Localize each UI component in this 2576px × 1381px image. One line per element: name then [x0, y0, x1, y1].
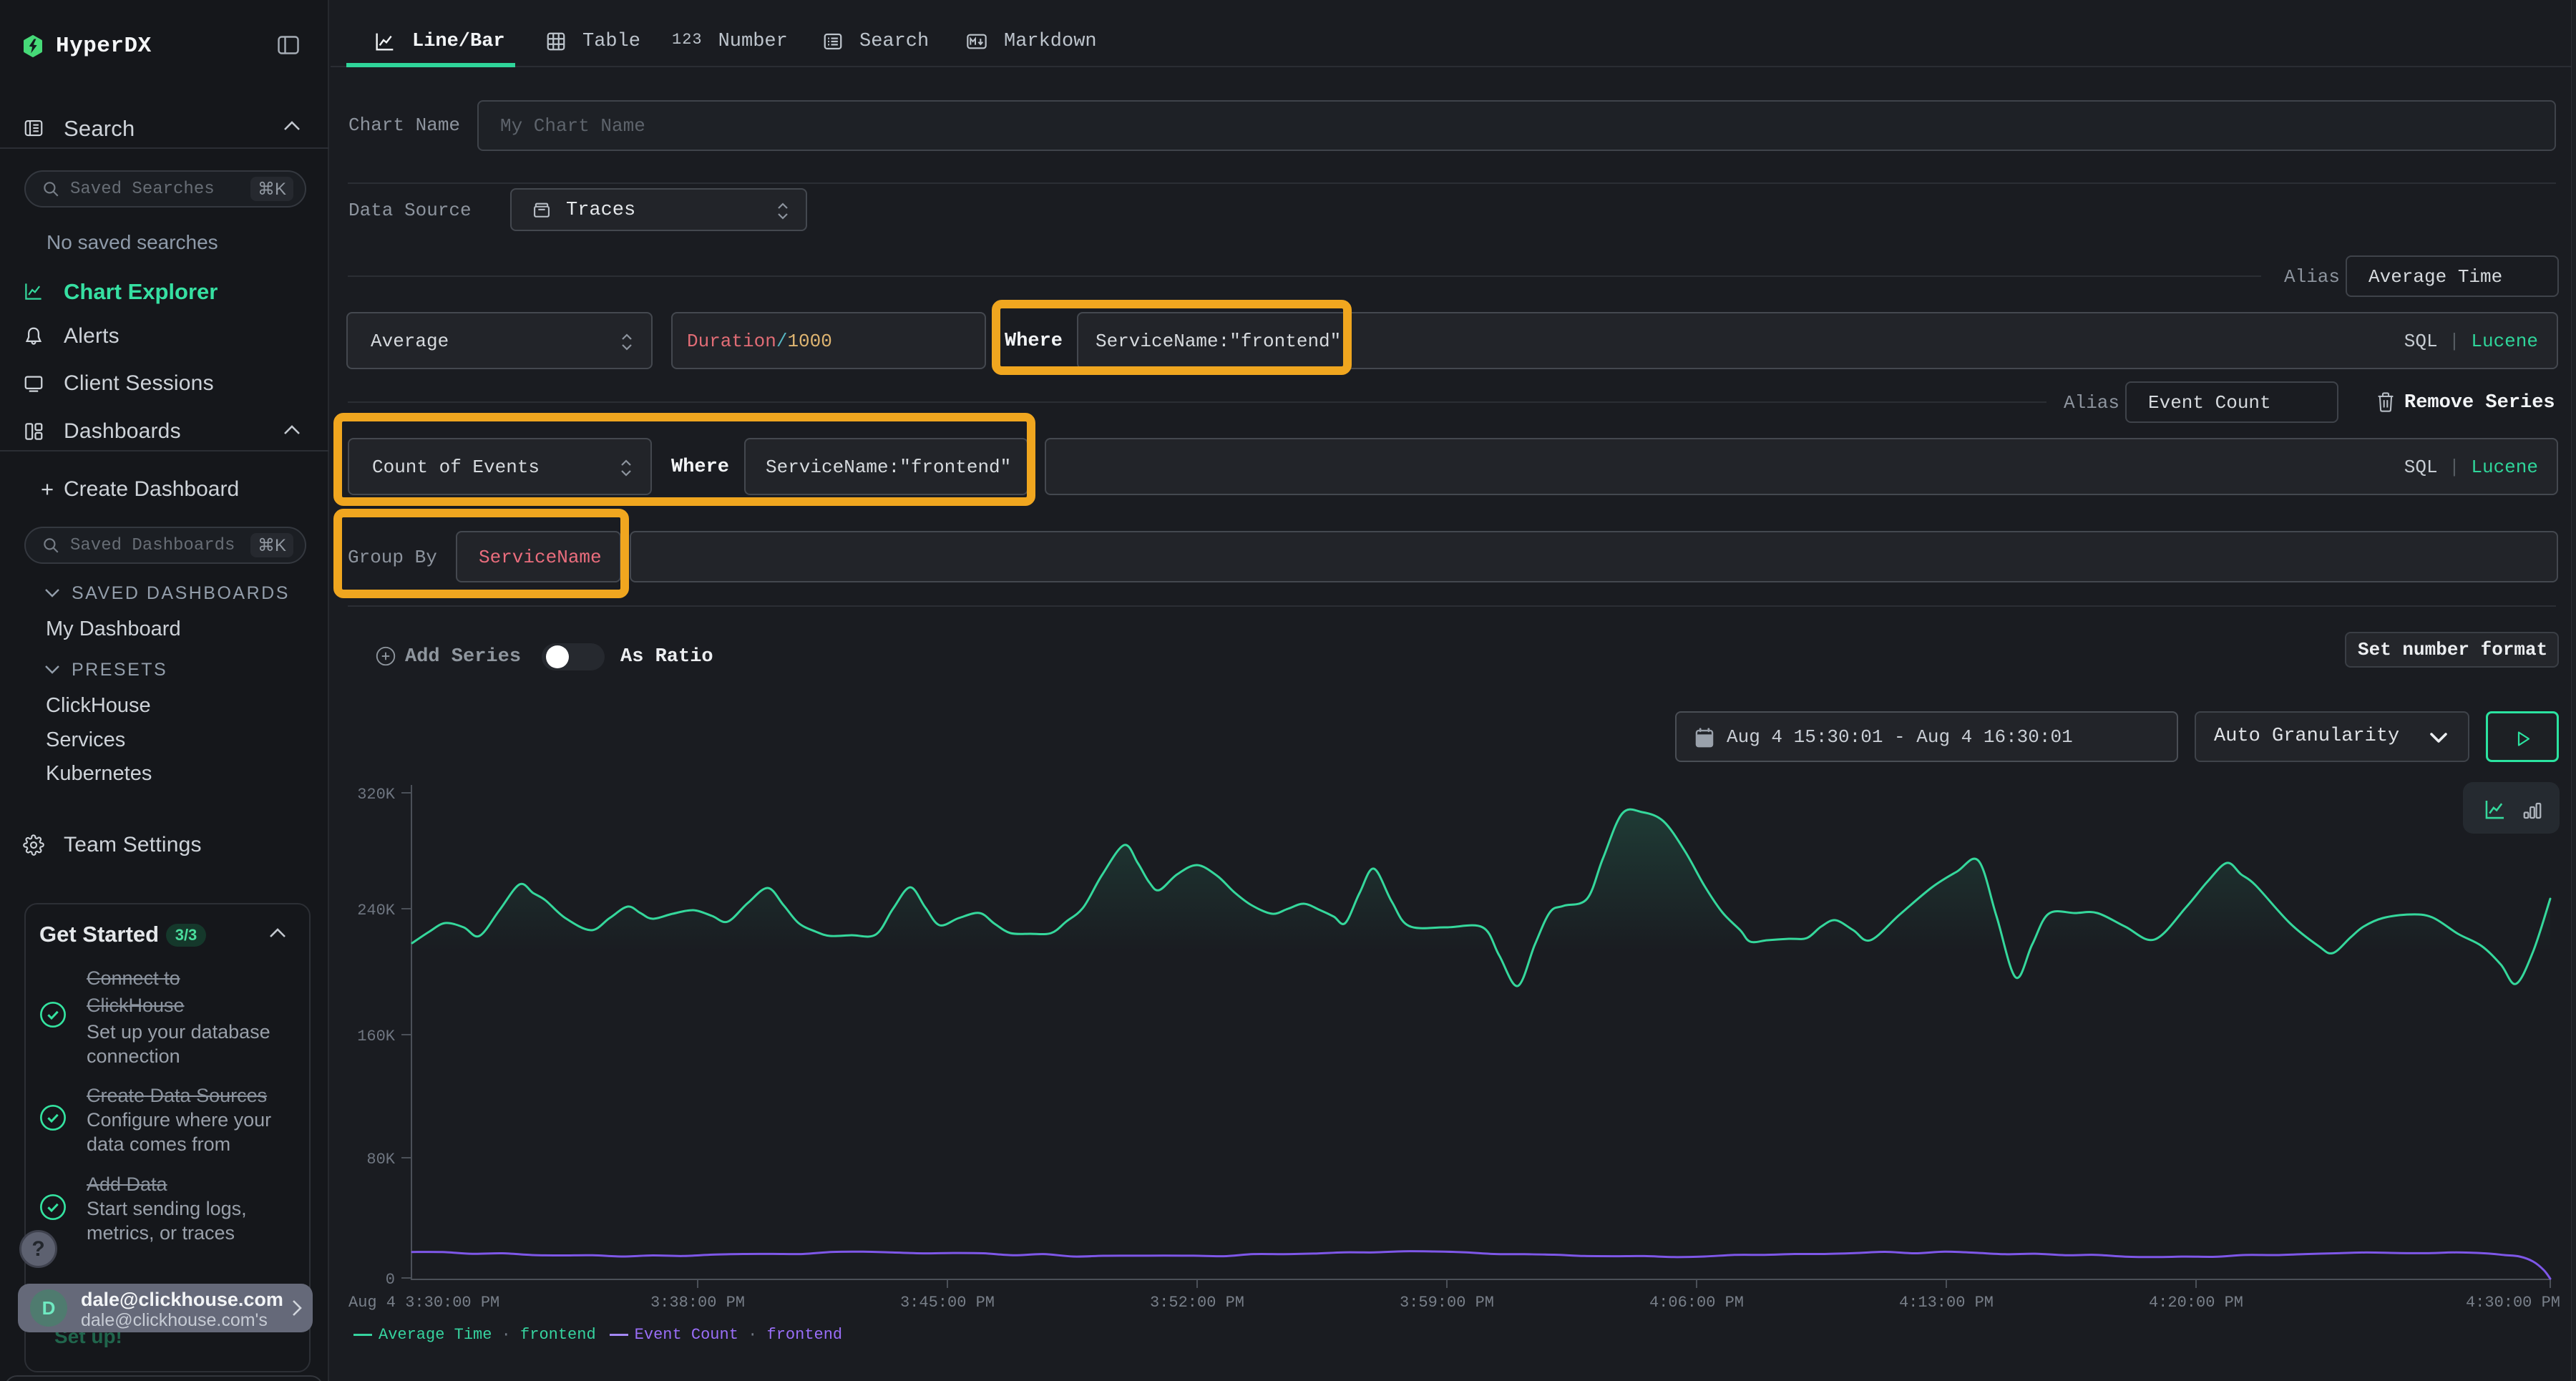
- svg-text:160K: 160K: [357, 1028, 396, 1045]
- svg-text:4:20:00 PM: 4:20:00 PM: [2149, 1294, 2243, 1312]
- svg-text:3:52:00 PM: 3:52:00 PM: [1150, 1294, 1244, 1312]
- svg-text:3:45:00 PM: 3:45:00 PM: [900, 1294, 995, 1312]
- svg-text:4:30:00 PM: 4:30:00 PM: [2466, 1294, 2560, 1312]
- svg-text:4:06:00 PM: 4:06:00 PM: [1649, 1294, 1744, 1312]
- svg-text:80K: 80K: [366, 1151, 395, 1168]
- svg-text:0: 0: [386, 1271, 395, 1289]
- svg-text:240K: 240K: [357, 902, 396, 919]
- svg-text:4:13:00 PM: 4:13:00 PM: [1899, 1294, 1994, 1312]
- svg-text:3:38:00 PM: 3:38:00 PM: [650, 1294, 745, 1312]
- svg-text:Aug 4 3:30:00 PM: Aug 4 3:30:00 PM: [348, 1294, 499, 1312]
- svg-text:3:59:00 PM: 3:59:00 PM: [1400, 1294, 1494, 1312]
- svg-text:320K: 320K: [357, 786, 396, 804]
